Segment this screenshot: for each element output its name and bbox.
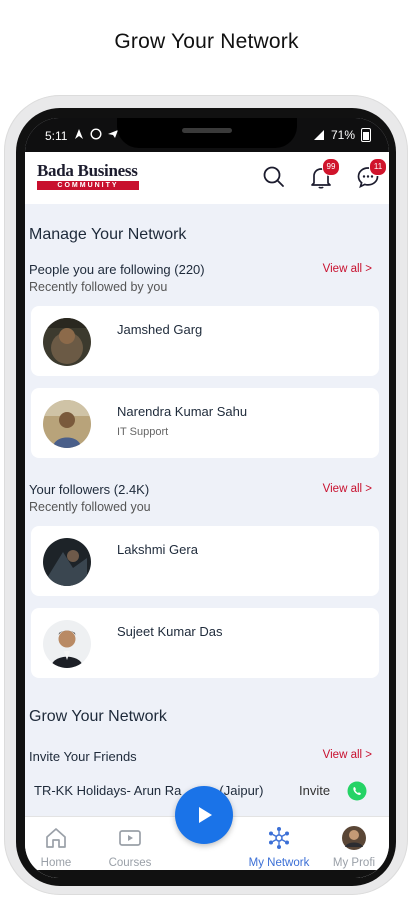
person-name: Narendra Kumar Sahu [117, 404, 248, 419]
nav-courses[interactable]: Courses [95, 825, 165, 869]
person-card[interactable]: Lakshmi Gera [31, 526, 379, 596]
avatar [43, 538, 91, 586]
following-view-all-link[interactable]: View all > [323, 263, 372, 275]
home-icon [46, 828, 66, 848]
nav-my-profile-label: My Profi [332, 857, 376, 869]
nav-courses-label: Courses [108, 857, 152, 869]
phone-screen: 5:11 71% Bada Business COMMUNITY 99 11 M… [25, 118, 389, 878]
messages-button[interactable]: 11 [355, 158, 387, 190]
courses-icon [119, 830, 141, 846]
messages-badge: 11 [369, 158, 387, 176]
network-icon [269, 827, 289, 849]
contact-name: TR-KK Holidays- Arun Ra (Jaipur) [34, 783, 263, 798]
following-count-label: People you are following (220) [29, 262, 205, 277]
followers-view-all-link[interactable]: View all > [323, 483, 372, 495]
profile-avatar-icon [342, 826, 366, 850]
followers-caption: Recently followed you [29, 500, 151, 514]
person-card[interactable]: Sujeet Kumar Das [31, 608, 379, 678]
search-icon [263, 166, 284, 187]
play-icon [199, 807, 212, 823]
nav-home-label: Home [40, 857, 72, 869]
following-caption: Recently followed by you [29, 280, 168, 294]
camera-notch [117, 118, 297, 148]
nav-home[interactable]: Home [25, 825, 91, 869]
nav-my-profile[interactable]: My Profi [319, 825, 389, 869]
person-name: Lakshmi Gera [117, 542, 198, 557]
status-right-icons: 71% [313, 128, 371, 142]
contact-name-start: TR-KK Holidays- Arun Ra [34, 783, 182, 798]
grow-network-title: Grow Your Network [29, 708, 167, 725]
nav-my-network[interactable]: My Network [244, 825, 314, 869]
navigation-icon [75, 129, 83, 139]
bada-business-logo[interactable]: Bada Business COMMUNITY [37, 162, 139, 190]
invite-view-all-link[interactable]: View all > [323, 749, 372, 761]
battery-percentage: 71% [330, 128, 355, 142]
logo-ribbon: COMMUNITY [37, 181, 139, 190]
avatar [43, 318, 91, 366]
play-button[interactable] [175, 786, 233, 844]
followers-count-label: Your followers (2.4K) [29, 482, 150, 497]
invite-button[interactable]: Invite [299, 783, 330, 798]
person-name: Sujeet Kumar Das [117, 624, 223, 639]
signal-icon [313, 130, 324, 140]
whatsapp-status-icon [90, 128, 102, 140]
status-bar: 5:11 71% [25, 118, 389, 152]
logo-wordmark: Bada Business [37, 161, 138, 180]
whatsapp-icon[interactable] [347, 781, 367, 801]
person-card[interactable]: Narendra Kumar Sahu IT Support [31, 388, 379, 458]
person-name: Jamshed Garg [117, 322, 203, 337]
avatar [43, 400, 91, 448]
notifications-badge: 99 [322, 158, 340, 176]
earpiece [182, 128, 232, 133]
app-header: Bada Business COMMUNITY 99 11 [25, 152, 389, 204]
person-role: IT Support [117, 426, 169, 438]
manage-network-title: Manage Your Network [29, 226, 187, 243]
invite-friends-label: Invite Your Friends [29, 749, 137, 764]
page-headline: Grow Your Network [114, 30, 299, 53]
bottom-bezel [25, 870, 389, 878]
person-card[interactable]: Jamshed Garg [31, 306, 379, 376]
notifications-button[interactable]: 99 [308, 158, 340, 190]
search-button[interactable] [261, 164, 287, 190]
battery-icon [361, 128, 371, 142]
status-time: 5:11 [45, 129, 68, 143]
nav-my-network-label: My Network [248, 857, 310, 869]
avatar [43, 620, 91, 668]
